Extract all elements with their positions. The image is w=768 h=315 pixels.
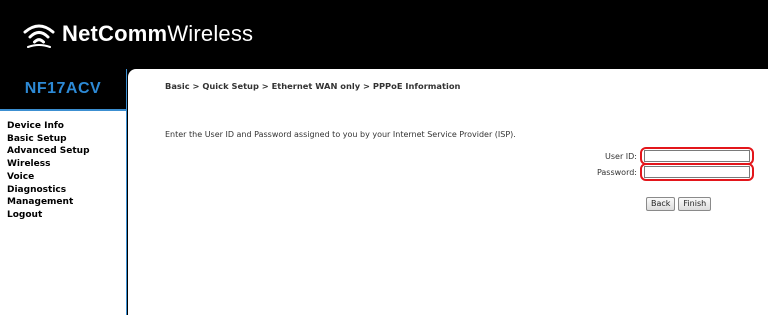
sidebar-item-management[interactable]: Management	[7, 196, 90, 209]
header: NetCommWireless	[0, 0, 768, 69]
netcomm-logo: NetCommWireless	[22, 19, 253, 49]
router-admin-page: NetCommWireless NF17ACV Device Info Basi…	[0, 0, 768, 315]
brand-name: NetCommWireless	[62, 19, 253, 49]
brand-name-light: Wireless	[167, 21, 254, 46]
password-highlight	[640, 163, 754, 181]
breadcrumb: Basic > Quick Setup > Ethernet WAN only …	[165, 81, 461, 91]
sidebar-item-logout[interactable]: Logout	[7, 209, 90, 222]
user-id-input[interactable]	[644, 150, 750, 162]
sidebar-item-basic-setup[interactable]: Basic Setup	[7, 133, 90, 146]
sidebar-item-advanced-setup[interactable]: Advanced Setup	[7, 145, 90, 158]
model-name: NF17ACV	[24, 80, 102, 97]
wifi-signal-icon	[23, 24, 55, 48]
main-content: Basic > Quick Setup > Ethernet WAN only …	[128, 69, 768, 315]
password-input[interactable]	[644, 166, 750, 178]
sidebar-item-wireless[interactable]: Wireless	[7, 158, 90, 171]
sidebar-nav: Device Info Basic Setup Advanced Setup W…	[7, 120, 90, 222]
sidebar-item-voice[interactable]: Voice	[7, 171, 90, 184]
sidebar-item-diagnostics[interactable]: Diagnostics	[7, 184, 90, 197]
password-label: Password:	[596, 167, 637, 177]
finish-button[interactable]: Finish	[678, 197, 712, 211]
model-underline	[0, 109, 126, 111]
user-id-label: User ID:	[605, 151, 637, 161]
password-row: Password:	[597, 163, 754, 181]
sidebar-item-device-info[interactable]: Device Info	[7, 120, 90, 133]
button-group: Back Finish	[646, 197, 712, 211]
sidebar: NF17ACV Device Info Basic Setup Advanced…	[0, 69, 127, 315]
brand-name-strong: NetComm	[62, 21, 168, 46]
back-button[interactable]: Back	[646, 197, 676, 211]
instruction-text: Enter the User ID and Password assigned …	[165, 130, 516, 139]
model-box: NF17ACV	[0, 69, 126, 109]
